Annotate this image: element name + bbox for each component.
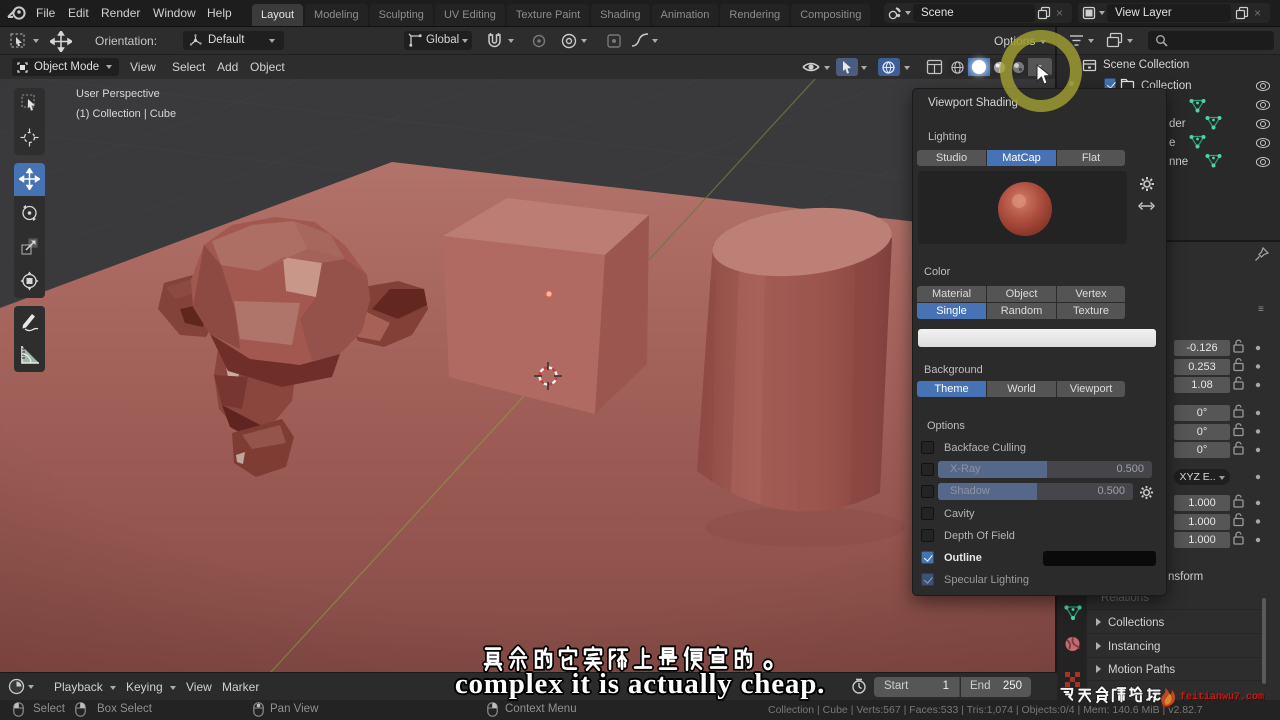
svg-text:User Perspective: User Perspective xyxy=(76,88,160,100)
svg-text:(1) Collection | Cube: (1) Collection | Cube xyxy=(76,108,176,120)
